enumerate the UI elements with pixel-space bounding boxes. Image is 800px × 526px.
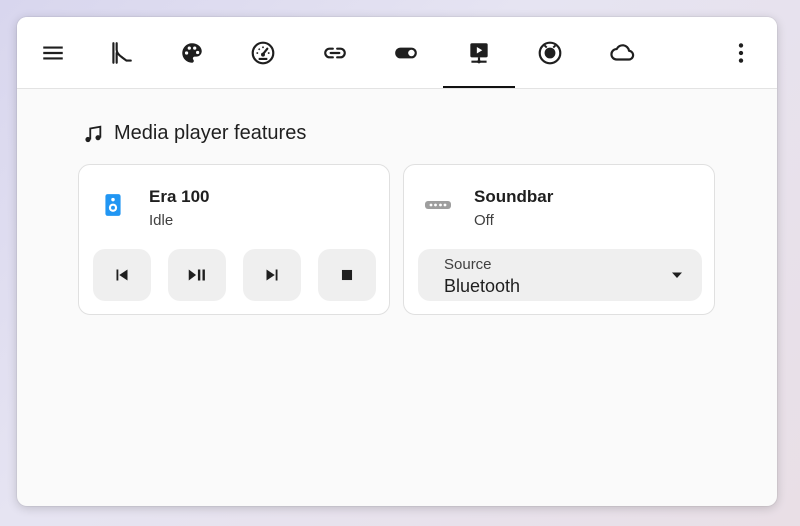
stop-button[interactable] <box>318 249 376 301</box>
previous-track-button[interactable] <box>93 249 151 301</box>
media-card-soundbar[interactable]: Soundbar Off Source Bluetooth <box>403 164 715 315</box>
soundbar-icon <box>424 191 452 219</box>
tab-toggle[interactable] <box>384 31 428 75</box>
section-header: Media player features <box>82 122 306 145</box>
gauge-icon <box>251 41 275 65</box>
source-label: Source <box>444 256 492 273</box>
cloud-icon <box>610 44 635 61</box>
skip-next-icon <box>266 269 278 281</box>
tab-palette[interactable] <box>170 31 214 75</box>
source-value: Bluetooth <box>444 276 521 296</box>
tab-cloud[interactable] <box>600 31 644 75</box>
toggle-switch-icon <box>395 47 417 59</box>
source-select[interactable]: Source Bluetooth <box>418 249 702 301</box>
tab-slide[interactable] <box>99 31 143 75</box>
tab-media-player[interactable] <box>457 31 501 75</box>
selected-tab-indicator <box>443 86 515 88</box>
section-title: Media player features <box>114 122 307 144</box>
entity-name: Era 100 <box>149 187 210 206</box>
robot-vacuum-icon <box>538 41 562 65</box>
play-pause-icon <box>188 269 205 281</box>
tab-gauge[interactable] <box>241 31 285 75</box>
tab-robot-vacuum[interactable] <box>528 31 572 75</box>
tab-link[interactable] <box>313 31 357 75</box>
speaker-icon <box>99 191 127 219</box>
top-toolbar <box>17 17 777 89</box>
entity-state: Off <box>474 212 494 229</box>
media-card-era-100[interactable]: Era 100 Idle <box>78 164 390 315</box>
more-vertical-icon <box>738 43 744 63</box>
skip-previous-icon <box>116 269 128 281</box>
dropdown-arrow-icon <box>672 272 682 278</box>
menu-icon <box>43 46 63 60</box>
play-pause-button[interactable] <box>168 249 226 301</box>
palette-icon <box>182 43 202 63</box>
stop-icon <box>341 269 353 281</box>
media-player-icon <box>470 43 488 64</box>
slide-icon <box>112 42 132 64</box>
link-icon <box>324 47 346 59</box>
next-track-button[interactable] <box>243 249 301 301</box>
entity-state: Idle <box>149 212 174 229</box>
menu-button[interactable] <box>31 31 75 75</box>
app-window: Media player features Era 100 Idle Sound… <box>17 17 777 506</box>
more-options-button[interactable] <box>719 31 763 75</box>
music-note-icon <box>85 125 102 142</box>
entity-name: Soundbar <box>474 187 554 206</box>
